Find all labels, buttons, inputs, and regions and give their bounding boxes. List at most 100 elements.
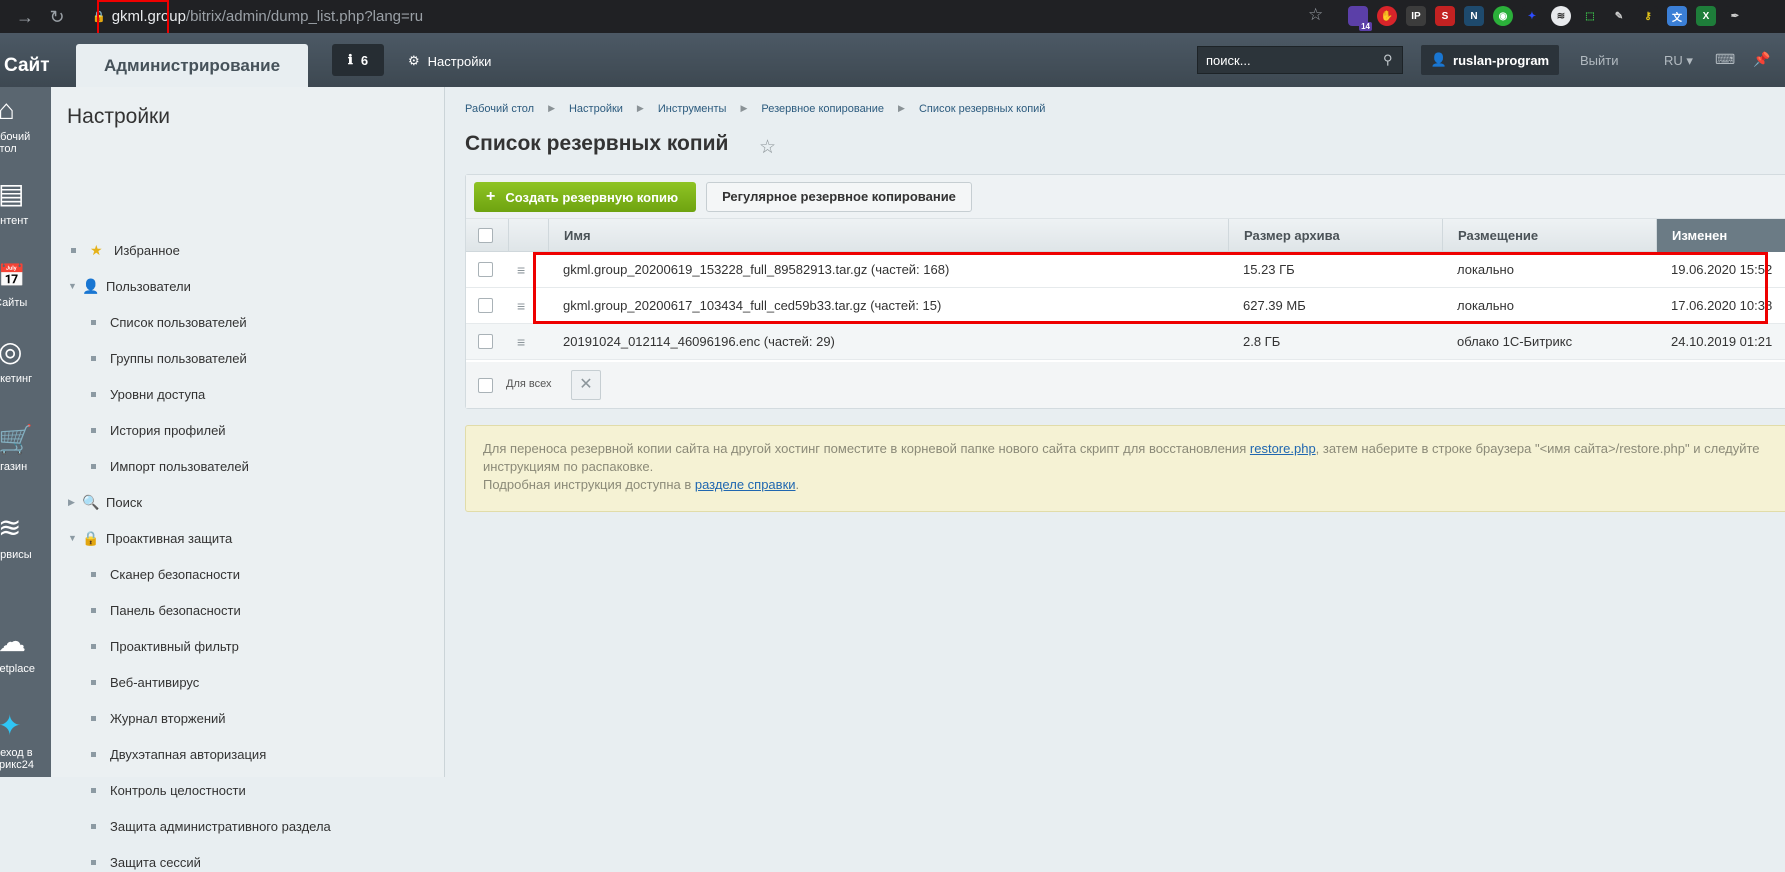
menu-item-desktop[interactable]: ⌂ абочий стол bbox=[0, 95, 51, 156]
notifications-button[interactable]: ℹ 6 bbox=[332, 44, 384, 76]
help-section-link[interactable]: разделе справки bbox=[695, 477, 796, 492]
extension-icon[interactable]: ⚷ bbox=[1638, 6, 1658, 26]
keyboard-icon[interactable]: ⌨ bbox=[1715, 51, 1735, 68]
row-checkbox[interactable] bbox=[478, 298, 493, 313]
sidebar-item-session-protection[interactable]: Защита сессий bbox=[91, 852, 201, 872]
row-checkbox[interactable] bbox=[478, 334, 493, 349]
sidebar-item-security-scanner[interactable]: Сканер безопасности bbox=[91, 564, 240, 584]
extension-icon[interactable]: ⬚ bbox=[1580, 6, 1600, 26]
sidebar-item-user-groups[interactable]: Группы пользователей bbox=[91, 348, 247, 368]
note-text: Для переноса резервной копии сайта на др… bbox=[483, 441, 1250, 456]
row-menu-icon[interactable]: ≡ bbox=[517, 263, 525, 277]
extension-icon[interactable]: ◉ bbox=[1493, 6, 1513, 26]
sidebar-item-profile-history[interactable]: История профилей bbox=[91, 420, 226, 440]
grid-header: Имя Размер архива Размещение Изменен bbox=[466, 219, 1785, 252]
bullet bbox=[91, 751, 96, 757]
table-row[interactable]: ≡ gkml.group_20200619_153228_full_895829… bbox=[466, 252, 1785, 288]
cell-size: 15.23 ГБ bbox=[1243, 262, 1295, 277]
column-size[interactable]: Размер архива bbox=[1228, 219, 1442, 252]
menu-item-bitrix24[interactable]: ✦ реход в трикс24 bbox=[0, 711, 51, 772]
language-selector[interactable]: RU ▾ bbox=[1664, 53, 1693, 69]
select-all-checkbox[interactable] bbox=[478, 228, 493, 243]
for-all-checkbox[interactable] bbox=[478, 378, 493, 393]
sidebar-item-admin-protection[interactable]: Защита административного раздела bbox=[91, 816, 331, 836]
extension-icon[interactable]: S bbox=[1435, 6, 1455, 26]
table-row[interactable]: ≡ 20191024_012114_46096196.enc (частей: … bbox=[466, 324, 1785, 360]
menu-item-marketing[interactable]: ◎ ркетинг bbox=[0, 337, 51, 386]
bookmark-star-icon[interactable]: ☆ bbox=[1308, 5, 1323, 25]
breadcrumb-item[interactable]: Список резервных копий bbox=[919, 103, 1045, 115]
sidebar-item-antivirus[interactable]: Веб-антивирус bbox=[91, 672, 199, 692]
sidebar-item-label: История профилей bbox=[110, 422, 226, 438]
user-button[interactable]: 👤 ruslan-program bbox=[1421, 45, 1559, 75]
address-bar[interactable]: 🔒 gkml.group /bitrix/admin/dump_list.php… bbox=[78, 3, 1318, 30]
pin-icon[interactable]: 📌 bbox=[1753, 51, 1770, 68]
sidebar-item-intrusion-log[interactable]: Журнал вторжений bbox=[91, 708, 226, 728]
sidebar-item-proactive[interactable]: ▼ 🔒 Проактивная защита bbox=[68, 528, 232, 548]
extension-icon[interactable]: ✎ bbox=[1609, 6, 1629, 26]
settings-link[interactable]: ⚙ Настройки bbox=[408, 53, 491, 69]
sidebar-item-proactive-filter[interactable]: Проактивный фильтр bbox=[91, 636, 239, 656]
reload-icon[interactable]: ↻ bbox=[46, 6, 68, 28]
delete-button[interactable]: ✕ bbox=[571, 370, 601, 400]
breadcrumb-item[interactable]: Настройки bbox=[569, 103, 623, 115]
forward-icon[interactable]: → bbox=[14, 6, 36, 28]
extension-icon[interactable]: N bbox=[1464, 6, 1484, 26]
chevron-right-icon: ▶ bbox=[740, 103, 748, 113]
site-tab[interactable]: Сайт bbox=[0, 45, 60, 87]
sidebar-item-label: Проактивный фильтр bbox=[110, 638, 239, 654]
menu-item-marketplace[interactable]: ☁ ketplace bbox=[0, 627, 51, 676]
restore-php-link[interactable]: restore.php bbox=[1250, 441, 1316, 456]
menu-item-content[interactable]: ▤ онтент bbox=[0, 179, 51, 228]
admin-tab[interactable]: Администрирование bbox=[76, 44, 308, 87]
extension-icon[interactable]: ≋ bbox=[1551, 6, 1571, 26]
row-checkbox[interactable] bbox=[478, 262, 493, 277]
sidebar-item-two-factor[interactable]: Двухэтапная авторизация bbox=[91, 744, 266, 764]
sidebar-item-integrity[interactable]: Контроль целостности bbox=[91, 780, 246, 800]
sidebar-item-security-panel[interactable]: Панель безопасности bbox=[91, 600, 241, 620]
extension-icon[interactable]: 14 bbox=[1348, 6, 1372, 31]
extension-icon[interactable]: ✦ bbox=[1522, 6, 1542, 26]
sidebar-item-label: Веб-антивирус bbox=[110, 674, 200, 690]
create-backup-button[interactable]: + Создать резервную копию bbox=[474, 182, 696, 212]
search-icon[interactable]: ⚲ bbox=[1383, 52, 1393, 68]
breadcrumb-item[interactable]: Инструменты bbox=[658, 103, 727, 115]
column-placement[interactable]: Размещение bbox=[1442, 219, 1656, 252]
extension-icon[interactable]: IP bbox=[1406, 6, 1426, 26]
favorite-star-icon[interactable]: ☆ bbox=[759, 136, 776, 159]
sidebar-item-user-list[interactable]: Список пользователей bbox=[91, 312, 247, 332]
cell-modified: 17.06.2020 10:38 bbox=[1671, 298, 1773, 313]
sidebar-item-label: Избранное bbox=[114, 242, 180, 258]
menu-item-services[interactable]: ≋ ервисы bbox=[0, 513, 51, 562]
sidebar-item-label: Защита административного раздела bbox=[110, 818, 331, 834]
breadcrumb-item[interactable]: Резервное копирование bbox=[761, 103, 884, 115]
sidebar-item-user-import[interactable]: Импорт пользователей bbox=[91, 456, 249, 476]
sidebar-item-access-levels[interactable]: Уровни доступа bbox=[91, 384, 205, 404]
sidebar-item-search[interactable]: ▶ 🔍 Поиск bbox=[68, 492, 142, 512]
menu-item-shop[interactable]: 🛒 агазин bbox=[0, 425, 51, 474]
bullet bbox=[91, 643, 96, 649]
row-menu-icon[interactable]: ≡ bbox=[517, 299, 525, 313]
logout-link[interactable]: Выйти bbox=[1580, 53, 1619, 68]
menu-label: онтент bbox=[0, 215, 29, 227]
extension-icon[interactable]: ✒ bbox=[1725, 6, 1745, 26]
sidebar-item-label: Поиск bbox=[106, 494, 143, 510]
bullet bbox=[91, 679, 96, 685]
column-name[interactable]: Имя bbox=[548, 219, 1228, 252]
menu-item-sites[interactable]: 📅 Сайты bbox=[0, 261, 51, 309]
plus-icon: + bbox=[486, 188, 496, 205]
excel-icon[interactable]: X bbox=[1696, 6, 1716, 26]
breadcrumb-item[interactable]: Рабочий стол bbox=[465, 103, 534, 115]
adblock-icon[interactable]: ✋ bbox=[1377, 6, 1397, 26]
regular-backup-button[interactable]: Регулярное резервное копирование bbox=[706, 182, 972, 212]
menu-label: абочий bbox=[0, 131, 31, 143]
row-menu-icon[interactable]: ≡ bbox=[517, 335, 525, 349]
url-host: gkml.group bbox=[111, 8, 186, 25]
column-modified[interactable]: Изменен bbox=[1656, 219, 1785, 252]
sidebar-item-users[interactable]: ▼ 👤 Пользователи bbox=[68, 276, 191, 296]
search-input[interactable]: поиск... bbox=[1197, 46, 1403, 74]
main-content: Рабочий стол ▶ Настройки ▶ Инструменты ▶ Ре… bbox=[445, 87, 1785, 777]
table-row[interactable]: ≡ gkml.group_20200617_103434_full_ced59b… bbox=[466, 288, 1785, 324]
translate-icon[interactable]: 文 bbox=[1667, 6, 1687, 26]
sidebar-item-favorites[interactable]: ★ Избранное bbox=[71, 240, 180, 260]
